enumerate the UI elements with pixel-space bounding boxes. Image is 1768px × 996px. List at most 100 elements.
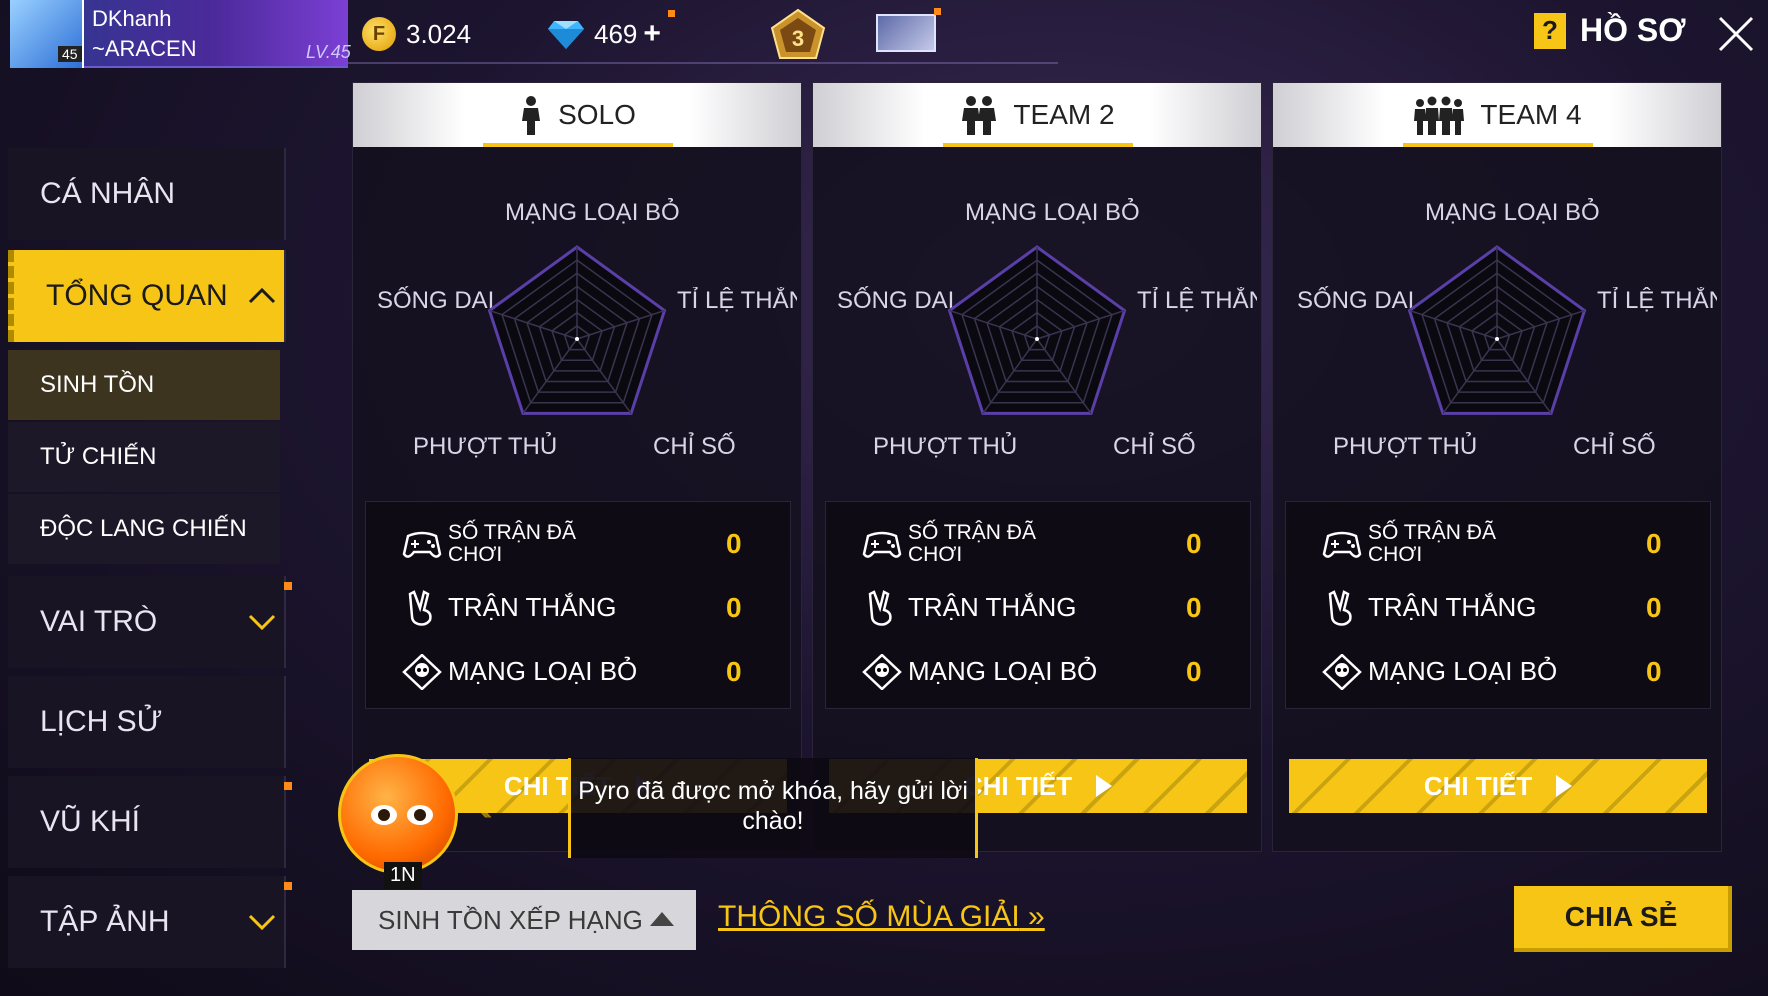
sidebar-item-vu-khi[interactable]: VŨ KHÍ	[8, 776, 286, 868]
gold-amount: 3.024	[406, 18, 472, 49]
add-diamond-button[interactable]: +	[643, 17, 661, 51]
sidebar-item-vai-tro[interactable]: VAI TRÒ	[8, 576, 286, 668]
sidebar-item-label: VAI TRÒ	[40, 605, 158, 638]
panel-header[interactable]: TEAM 4	[1273, 83, 1721, 147]
stat-row-kills: MẠNG LOẠI BỎ 0	[366, 642, 790, 702]
diamond-icon	[548, 21, 584, 49]
avatar-level-badge: 45	[58, 46, 82, 62]
radar-center-point	[575, 337, 579, 341]
radar-label-left: SỐNG DAI	[377, 287, 495, 314]
sidebar-item-label: VŨ KHÍ	[40, 805, 141, 838]
panel-title: TEAM 2	[1013, 99, 1115, 130]
sidebar-subitem-tu-chien[interactable]: TỬ CHIẾN	[8, 422, 280, 492]
rank-badge-icon[interactable]: 3	[768, 8, 828, 60]
stat-row-kills: MẠNG LOẠI BỎ 0	[826, 642, 1250, 702]
radar-label-bottom-right: CHỈ SỐ	[1573, 433, 1656, 460]
detail-button-team-4[interactable]: CHI TIẾT	[1289, 759, 1707, 813]
panel-header-underline	[483, 143, 673, 147]
pet-eye-icon	[371, 805, 397, 825]
radar-chart	[947, 245, 1127, 415]
stat-label: MẠNG LOẠI BỎ	[448, 656, 638, 687]
stat-label: MẠNG LOẠI BỎ	[908, 656, 1098, 687]
detail-button-label: CHI TIẾT	[1423, 770, 1533, 801]
player-name: DKhanh	[92, 6, 172, 31]
sidebar-item-ca-nhan[interactable]: CÁ NHÂN	[8, 148, 286, 240]
stat-label: TRẬN THẮNG	[448, 592, 617, 623]
stat-label: TRẬN THẮNG	[908, 592, 1077, 623]
sidebar-item-lich-su[interactable]: LỊCH SỬ	[8, 676, 286, 768]
pet-arrows-icon: ‹‹	[478, 790, 492, 828]
skull-icon	[402, 654, 442, 690]
mode-select-dropdown[interactable]: SINH TỒN XẾP HẠNG	[352, 890, 696, 950]
chevron-down-icon	[248, 914, 276, 931]
sidebar-item-label: LỊCH SỬ	[40, 705, 163, 738]
pet-unlock-notification[interactable]: Pyro đã được mở khóa, hãy gửi lời chào!	[568, 758, 978, 858]
stat-value: 0	[1186, 592, 1202, 623]
gold-counter[interactable]: F 3.024	[362, 14, 471, 54]
membership-card-icon[interactable]	[876, 14, 936, 52]
player-profile-card[interactable]: 45 DKhanh ~ARACEN LV.45	[10, 0, 351, 68]
top-bar: 45 DKhanh ~ARACEN LV.45 F 3.024 469 + 3 …	[0, 0, 1768, 72]
panel-header-underline	[943, 143, 1133, 147]
radar-label-top: MẠNG LOẠI BỎ	[1425, 199, 1600, 226]
avatar[interactable]: 45	[10, 0, 84, 68]
diamond-amount: 469	[594, 18, 638, 49]
pet-avatar[interactable]	[338, 754, 458, 874]
sidebar-item-label: TẬP ẢNH	[40, 905, 170, 938]
top-divider	[348, 62, 1058, 64]
stats-panel-team-2: TEAM 2 MẠNG LOẠI BỎ SỐNG DAI TỈ LỆ THẮNG…	[812, 82, 1262, 852]
gamepad-icon	[1322, 531, 1362, 558]
solo-soldier-icon	[522, 96, 541, 135]
sidebar-subitem-doc-lang-chien[interactable]: ĐỘC LANG CHIẾN	[8, 494, 280, 564]
clan-name: ~ARACEN	[92, 36, 197, 61]
radar-label-bottom-left: PHƯỢT THỦ	[873, 433, 1018, 460]
panel-header[interactable]: SOLO	[353, 83, 801, 147]
radar-center-point	[1035, 337, 1039, 341]
detail-button-label: CHI TIẾT	[963, 770, 1073, 801]
card-notification-dot	[934, 8, 941, 15]
pet-timer: 1N	[384, 862, 422, 889]
double-chevron-right-icon: »	[1019, 900, 1045, 933]
sidebar-item-label: CÁ NHÂN	[40, 177, 176, 210]
sidebar-item-label: TỔNG QUAN	[46, 279, 228, 312]
chevron-down-icon	[248, 614, 276, 631]
stat-value: 0	[726, 656, 742, 687]
share-button[interactable]: CHIA SẺ	[1514, 886, 1732, 952]
season-stats-link[interactable]: THÔNG SỐ MÙA GIẢI »	[718, 900, 1045, 934]
player-level: LV.45	[306, 42, 351, 62]
squad-soldiers-icon	[1414, 96, 1465, 135]
notification-dot	[284, 882, 292, 890]
sidebar-item-tong-quan[interactable]: TỔNG QUAN	[8, 250, 286, 342]
radar-label-bottom-right: CHỈ SỐ	[653, 433, 736, 460]
stat-value: 0	[726, 528, 742, 559]
stat-value: 0	[726, 592, 742, 623]
radar-label-bottom-right: CHỈ SỐ	[1113, 433, 1196, 460]
stat-row-kills: MẠNG LOẠI BỎ 0	[1286, 642, 1710, 702]
sidebar-subitem-label: ĐỘC LANG CHIẾN	[40, 515, 247, 542]
rank-number: 3	[792, 26, 804, 51]
radar-label-left: SỐNG DAI	[1297, 287, 1415, 314]
panel-header[interactable]: TEAM 2	[813, 83, 1261, 147]
sidebar-subitem-sinh-ton[interactable]: SINH TỒN	[8, 350, 280, 420]
radar-label-right: TỈ LỆ THẮNG	[1597, 287, 1717, 314]
gamepad-icon	[402, 531, 442, 558]
radar-center-point	[1495, 337, 1499, 341]
help-button[interactable]: ?	[1534, 12, 1566, 49]
notification-dot	[284, 582, 292, 590]
gamepad-icon	[862, 531, 902, 558]
close-icon[interactable]	[1716, 14, 1756, 54]
victory-hand-icon	[1328, 590, 1352, 626]
sidebar-item-tap-anh[interactable]: TẬP ẢNH	[8, 876, 286, 968]
stat-label: SỐ TRẬN ĐÃ CHƠI	[1368, 520, 1496, 566]
stat-label: TRẬN THẮNG	[1368, 592, 1537, 623]
stat-row-wins: TRẬN THẮNG 0	[1286, 578, 1710, 638]
chevron-up-icon	[248, 287, 276, 304]
stat-label: SỐ TRẬN ĐÃ CHƠI	[908, 520, 1036, 566]
play-arrow-icon	[1096, 775, 1113, 797]
pet-eye-icon	[407, 805, 433, 825]
panel-title: TEAM 4	[1480, 99, 1582, 130]
sidebar-subitem-label: SINH TỒN	[40, 371, 155, 398]
mode-select-value: SINH TỒN XẾP HẠNG	[378, 904, 643, 935]
diamond-counter[interactable]: 469 +	[548, 14, 661, 54]
radar-label-bottom-left: PHƯỢT THỦ	[1333, 433, 1478, 460]
